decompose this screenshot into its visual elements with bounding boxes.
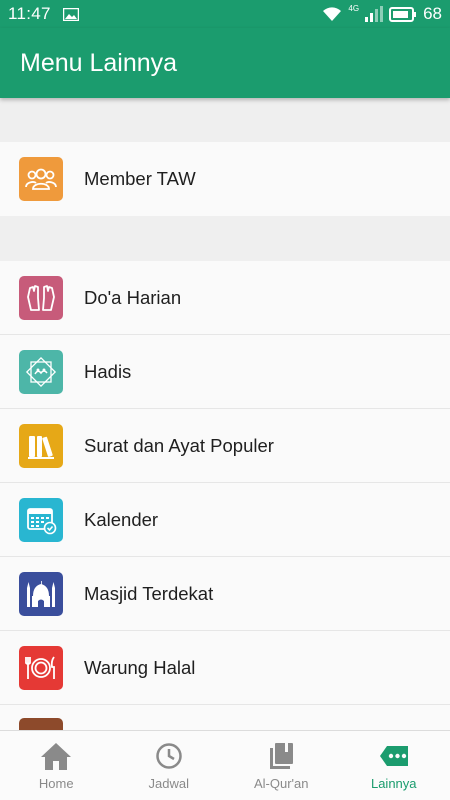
more-tag-icon bbox=[379, 746, 408, 766]
page-title: Menu Lainnya bbox=[20, 48, 178, 77]
nav-label: Al-Qur'an bbox=[253, 776, 309, 791]
network-type: 4G bbox=[348, 3, 360, 13]
menu-item-label: Member TAW bbox=[84, 168, 196, 189]
menu-item-partial[interactable] bbox=[0, 705, 450, 730]
image-icon bbox=[62, 7, 79, 21]
menu-item-member-taw[interactable]: Member TAW bbox=[0, 142, 450, 216]
group-people-icon bbox=[19, 157, 63, 201]
menu-item-kalender[interactable]: Kalender bbox=[0, 483, 450, 557]
nav-lainnya[interactable]: Lainnya bbox=[338, 731, 450, 800]
menu-item-surat-ayat-populer[interactable]: Surat dan Ayat Populer bbox=[0, 409, 450, 483]
plate-cutlery-icon bbox=[19, 645, 63, 690]
menu-item-label: Kalender bbox=[84, 508, 159, 530]
quran-book-icon bbox=[270, 743, 294, 769]
menu-group-member: Member TAW bbox=[0, 142, 450, 216]
bottom-navigation: Home Jadwal Al-Qur'an Lainnya bbox=[0, 730, 450, 800]
menu-item-doa-harian[interactable]: Do'a Harian bbox=[0, 261, 450, 335]
menu-item-label: Surat dan Ayat Populer bbox=[84, 434, 274, 456]
brown-item-icon bbox=[19, 718, 63, 730]
menu-item-label: Do'a Harian bbox=[84, 286, 182, 308]
section-divider bbox=[0, 216, 450, 261]
nav-home[interactable]: Home bbox=[0, 731, 113, 800]
menu-item-label: Warung Halal bbox=[84, 656, 196, 678]
nav-label: Home bbox=[38, 776, 74, 791]
app-bar: Menu Lainnya bbox=[0, 28, 450, 98]
menu-item-warung-halal[interactable]: Warung Halal bbox=[0, 631, 450, 705]
mosque-icon bbox=[19, 571, 63, 616]
status-indicators: 4G 68 bbox=[322, 4, 442, 24]
clock-icon bbox=[156, 743, 182, 769]
nav-label: Lainnya bbox=[370, 776, 417, 791]
calendar-icon bbox=[19, 497, 63, 542]
menu-list: Member TAW Do'a Harian Hadis Surat dan A… bbox=[0, 98, 450, 730]
section-divider bbox=[0, 98, 450, 142]
nav-label: Jadwal bbox=[148, 776, 189, 791]
menu-item-label: Masjid Terdekat bbox=[84, 582, 214, 604]
battery-level: 68 bbox=[423, 4, 442, 23]
nav-al-quran[interactable]: Al-Qur'an bbox=[225, 731, 338, 800]
signal-icon bbox=[365, 6, 384, 22]
menu-item-label: Hadis bbox=[84, 360, 132, 382]
praying-hands-icon bbox=[19, 275, 63, 320]
hadith-calligraphy-icon bbox=[19, 349, 63, 394]
wifi-icon bbox=[323, 7, 342, 21]
status-time: 11:47 bbox=[8, 4, 51, 23]
menu-item-masjid-terdekat[interactable]: Masjid Terdekat bbox=[0, 557, 450, 631]
status-bar: 11:47 4G 68 bbox=[0, 0, 450, 28]
books-icon bbox=[19, 423, 63, 468]
menu-item-hadis[interactable]: Hadis bbox=[0, 335, 450, 409]
battery-icon bbox=[389, 6, 417, 22]
home-icon bbox=[41, 743, 72, 770]
menu-group-main: Do'a Harian Hadis Surat dan Ayat Populer… bbox=[0, 261, 450, 730]
nav-jadwal[interactable]: Jadwal bbox=[113, 731, 226, 800]
